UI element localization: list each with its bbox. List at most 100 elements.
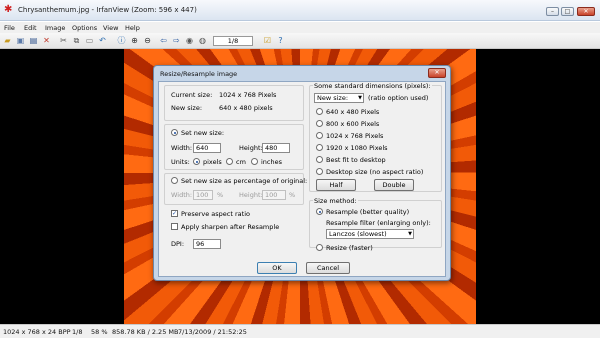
menu-help[interactable]: Help — [125, 24, 140, 32]
chevron-down-icon: ▼ — [358, 95, 362, 101]
zoom-out-icon[interactable]: ⊖ — [142, 35, 153, 46]
height-input[interactable]: 480 — [262, 143, 290, 153]
page-counter[interactable]: 1/8 — [213, 36, 253, 46]
menu-options[interactable]: Options — [72, 24, 97, 32]
resize-dialog: Resize/Resample image ✕ Current size: 10… — [153, 65, 451, 281]
size-method-header: Size method: — [313, 197, 358, 205]
open-folder-icon[interactable]: ▰ — [2, 35, 13, 46]
dialog-title: Resize/Resample image — [160, 70, 238, 78]
minimize-button[interactable]: – — [546, 7, 559, 16]
current-size-label: Current size: — [171, 91, 213, 99]
width-input[interactable]: 640 — [193, 143, 221, 153]
resample-filter-label: Resample filter (enlarging only): — [326, 219, 431, 227]
title-bar: ✱ Chrysanthemum.jpg - IrfanView (Zoom: 5… — [0, 0, 600, 21]
next-icon[interactable]: ⇨ — [171, 35, 182, 46]
window-title: Chrysanthemum.jpg - IrfanView (Zoom: 596… — [18, 6, 197, 14]
delete-icon[interactable]: ✕ — [41, 35, 52, 46]
best-fit-radio[interactable] — [316, 156, 323, 163]
dim-1024-label: 1024 x 768 Pixels — [326, 132, 384, 140]
apply-sharpen-checkbox[interactable] — [171, 223, 178, 230]
resize-faster-radio[interactable] — [316, 244, 323, 251]
status-dimensions: 1024 x 768 x 24 BPP — [3, 328, 71, 336]
help-icon[interactable]: ? — [275, 35, 286, 46]
pct-width-input[interactable]: 100 — [193, 190, 213, 200]
menu-file[interactable]: File — [4, 24, 15, 32]
unit-inches-radio[interactable] — [251, 158, 258, 165]
desktop-size-label: Desktop size (no aspect ratio) — [326, 168, 424, 176]
dim-1024-radio[interactable] — [316, 132, 323, 139]
dim-1920-radio[interactable] — [316, 144, 323, 151]
pct-width-symbol: % — [217, 191, 224, 199]
set-new-size-label: Set new size: — [181, 129, 225, 137]
dim-800-label: 800 x 600 Pixels — [326, 120, 380, 128]
new-size-label: New size: — [171, 104, 203, 112]
set-new-size-radio[interactable] — [171, 129, 178, 136]
dialog-body: Current size: 1024 x 768 Pixels New size… — [158, 81, 446, 277]
unit-inches-label: inches — [261, 158, 283, 166]
irfanview-app-icon[interactable]: ✱ — [4, 5, 14, 15]
current-size-value: 1024 x 768 Pixels — [219, 91, 277, 99]
toolbar: ▰ ▣ ▤ ✕ ✂ ⧉ ▭ ↶ ⓘ ⊕ ⊖ ⇦ ⇨ ◉ ◍ 1/8 ☑ ? — [0, 33, 600, 49]
new-size-dropdown[interactable]: New size: ▼ — [314, 93, 364, 103]
previous-icon[interactable]: ⇦ — [158, 35, 169, 46]
half-button[interactable]: Half — [316, 179, 356, 191]
thumbnails-icon[interactable]: ◍ — [197, 35, 208, 46]
maximize-button[interactable]: □ — [561, 7, 574, 16]
status-bar: 1024 x 768 x 24 BPP 1/8 58 % 858.78 KB /… — [0, 324, 600, 338]
slideshow-icon[interactable]: ▣ — [15, 35, 26, 46]
dim-640-label: 640 x 480 Pixels — [326, 108, 380, 116]
close-button[interactable]: ✕ — [577, 7, 595, 16]
status-datetime: 7/13/2009 / 21:52:25 — [178, 328, 247, 336]
preserve-aspect-checkbox[interactable]: ✓ — [171, 210, 178, 217]
resize-faster-label: Resize (faster) — [326, 244, 373, 252]
resample-radio[interactable] — [316, 208, 323, 215]
best-fit-label: Best fit to desktop — [326, 156, 386, 164]
dim-1920-label: 1920 x 1080 Pixels — [326, 144, 388, 152]
pct-height-label: Height: — [239, 191, 263, 199]
properties-icon[interactable]: ☑ — [262, 35, 273, 46]
pct-height-symbol: % — [289, 191, 296, 199]
dialog-close-button[interactable]: ✕ — [428, 68, 446, 78]
resample-filter-value: Lanczos (slowest) — [329, 230, 387, 238]
unit-cm-label: cm — [236, 158, 246, 166]
paste-icon[interactable]: ▭ — [84, 35, 95, 46]
pct-height-input[interactable]: 100 — [262, 190, 286, 200]
unit-cm-radio[interactable] — [226, 158, 233, 165]
copy-icon[interactable]: ⧉ — [71, 35, 82, 46]
height-label: Height: — [239, 144, 263, 152]
dim-640-radio[interactable] — [316, 108, 323, 115]
new-size-dropdown-value: New size: — [317, 94, 349, 102]
unit-pixels-label: pixels — [203, 158, 222, 166]
menu-edit[interactable]: Edit — [24, 24, 37, 32]
status-page: 1/8 — [72, 328, 83, 336]
ratio-note: (ratio option used) — [368, 94, 429, 102]
cut-icon[interactable]: ✂ — [58, 35, 69, 46]
new-size-value: 640 x 480 pixels — [219, 104, 273, 112]
info-icon[interactable]: ⓘ — [116, 35, 127, 46]
preserve-aspect-label: Preserve aspect ratio — [181, 210, 250, 218]
unit-pixels-radio[interactable] — [193, 158, 200, 165]
status-filesize: 858.78 KB / 2.25 MB — [112, 328, 179, 336]
menu-view[interactable]: View — [103, 24, 118, 32]
undo-icon[interactable]: ↶ — [97, 35, 108, 46]
menu-bar: File Edit Image Options View Help — [0, 22, 600, 33]
save-icon[interactable]: ▤ — [28, 35, 39, 46]
cancel-button[interactable]: Cancel — [306, 262, 350, 274]
capture-icon[interactable]: ◉ — [184, 35, 195, 46]
dpi-label: DPI: — [171, 240, 185, 248]
width-label: Width: — [171, 144, 193, 152]
units-label: Units: — [171, 158, 190, 166]
chevron-down-icon: ▼ — [408, 231, 412, 237]
resample-label: Resample (better quality) — [326, 208, 410, 216]
menu-image[interactable]: Image — [45, 24, 65, 32]
percentage-radio[interactable] — [171, 177, 178, 184]
dim-800-radio[interactable] — [316, 120, 323, 127]
standard-dimensions-header: Some standard dimensions (pixels): — [313, 82, 432, 90]
ok-button[interactable]: OK — [257, 262, 297, 274]
zoom-in-icon[interactable]: ⊕ — [129, 35, 140, 46]
dpi-input[interactable]: 96 — [193, 239, 221, 249]
resample-filter-dropdown[interactable]: Lanczos (slowest) ▼ — [326, 229, 414, 239]
double-button[interactable]: Double — [374, 179, 414, 191]
apply-sharpen-label: Apply sharpen after Resample — [181, 223, 280, 231]
desktop-size-radio[interactable] — [316, 168, 323, 175]
